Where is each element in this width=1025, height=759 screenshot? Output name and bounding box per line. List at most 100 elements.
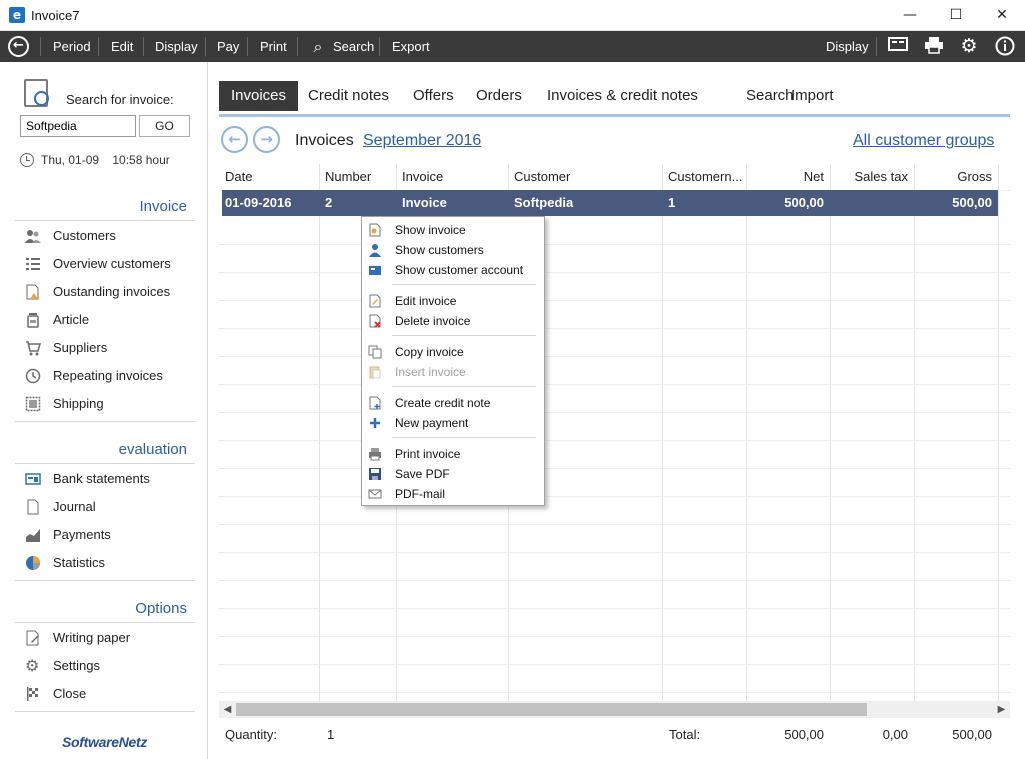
plus-icon xyxy=(370,418,380,428)
sidebar-item-label: Journal xyxy=(53,499,96,514)
sidebar-item-writing-paper[interactable]: Writing paper xyxy=(23,627,203,649)
magnifier-icon[interactable]: ⌕ xyxy=(309,36,327,57)
menu-item-label: Insert invoice xyxy=(395,365,466,379)
column-header-invoice[interactable]: Invoice xyxy=(396,164,508,190)
sidebar-item-statistics[interactable]: Statistics xyxy=(23,552,203,574)
grid-row-line xyxy=(219,692,1010,693)
grid-row-line xyxy=(219,300,1010,301)
toolbar-period[interactable]: Period xyxy=(53,31,91,62)
toolbar-edit[interactable]: Edit xyxy=(111,31,133,62)
toolbar-separator xyxy=(379,37,380,56)
floppy-disk-icon xyxy=(369,468,381,480)
column-header-sales-tax[interactable]: Sales tax xyxy=(830,164,914,190)
section-title-invoice: Invoice xyxy=(139,198,187,215)
grid-row-line xyxy=(219,552,1010,553)
tab-invoices-credit-notes[interactable]: Invoices & credit notes xyxy=(535,81,710,111)
grid-row-line xyxy=(219,608,1010,609)
previous-period-arrow-icon[interactable]: ← xyxy=(221,126,248,153)
sidebar-item-label: Statistics xyxy=(53,555,106,570)
column-header-net[interactable]: Net xyxy=(746,164,830,190)
scroll-right-icon[interactable]: ▶ xyxy=(993,701,1010,718)
toolbar-export[interactable]: Export xyxy=(392,31,430,62)
grid-row-line xyxy=(219,636,1010,637)
sidebar-item-journal[interactable]: Journal xyxy=(23,496,203,518)
tab-import[interactable]: Import xyxy=(779,81,846,111)
sidebar-item-bank-statements[interactable]: Bank statements xyxy=(23,468,203,490)
menu-item-show-customers[interactable]: Show customers xyxy=(362,240,544,260)
sidebar-item-overview-customers[interactable]: Overview customers xyxy=(23,253,203,275)
sidebar-item-settings[interactable]: ⚙ Settings xyxy=(23,655,203,677)
tab-orders[interactable]: Orders xyxy=(464,81,534,111)
sidebar-item-label: Customers xyxy=(53,228,116,243)
sidebar-item-label: Article xyxy=(53,312,90,327)
search-label: Search for invoice: xyxy=(66,92,174,107)
grid-row-line xyxy=(219,328,1010,329)
sidebar-item-customers[interactable]: Customers xyxy=(23,225,203,247)
tab-invoices[interactable]: Invoices xyxy=(219,81,299,111)
toolbar-display-right[interactable]: Display xyxy=(826,31,869,62)
column-header-customer[interactable]: Customer xyxy=(508,164,662,190)
minimize-button[interactable]: — xyxy=(887,0,933,31)
printer-icon xyxy=(369,448,381,461)
grid-row-line xyxy=(219,664,1010,665)
account-icon xyxy=(369,266,381,275)
tab-offers[interactable]: Offers xyxy=(401,81,466,111)
menu-item-label: Create credit note xyxy=(395,396,491,410)
list-icon xyxy=(26,258,40,270)
user-icon xyxy=(369,244,381,257)
total-net: 500,00 xyxy=(784,727,824,742)
sidebar-item-shipping[interactable]: Shipping xyxy=(23,393,203,415)
column-header-gross[interactable]: Gross xyxy=(914,164,998,190)
back-arrow-icon[interactable]: ← xyxy=(8,36,29,57)
menu-item-show-customer-account[interactable]: Show customer account xyxy=(362,260,544,280)
scrollbar-thumb[interactable] xyxy=(236,703,867,716)
menu-item-edit-invoice[interactable]: Edit invoice xyxy=(362,291,544,311)
total-tax: 0,00 xyxy=(882,727,908,742)
go-button[interactable]: GO xyxy=(139,115,190,137)
app-icon: e xyxy=(9,7,25,23)
sidebar-item-outstanding-invoices[interactable]: Oustanding invoices xyxy=(23,281,203,303)
sidebar-item-label: Settings xyxy=(53,658,100,673)
column-header-date[interactable]: Date xyxy=(219,164,319,190)
menu-item-show-invoice[interactable]: Show invoice xyxy=(362,220,544,240)
info-icon[interactable] xyxy=(994,36,1016,57)
toolbar-display[interactable]: Display xyxy=(155,31,198,62)
menu-item-create-credit-note[interactable]: Create credit note xyxy=(362,393,544,413)
sidebar: Search for invoice: GO Thu, 01-09 10:58 … xyxy=(0,62,208,759)
toolbar-search[interactable]: Search xyxy=(333,31,374,62)
customer-groups-link[interactable]: All customer groups xyxy=(853,132,994,150)
column-header-customer-number[interactable]: Customern... xyxy=(662,164,746,190)
edit-invoice-icon xyxy=(369,294,381,308)
maximize-button[interactable]: ☐ xyxy=(933,0,979,31)
menu-item-delete-invoice[interactable]: Delete invoice xyxy=(362,311,544,331)
menu-separator xyxy=(392,335,536,336)
period-link[interactable]: September 2016 xyxy=(363,132,481,150)
next-period-arrow-icon[interactable]: → xyxy=(253,126,280,153)
clock-icon xyxy=(20,153,34,167)
context-menu: Show invoice Show customers Show custome… xyxy=(361,216,545,506)
sidebar-item-suppliers[interactable]: Suppliers xyxy=(23,337,203,359)
bank-statement-icon xyxy=(25,473,41,485)
tab-credit-notes[interactable]: Credit notes xyxy=(296,81,401,111)
sidebar-item-close[interactable]: Close xyxy=(23,683,203,705)
column-header-number[interactable]: Number xyxy=(319,164,396,190)
menu-item-print-invoice[interactable]: Print invoice xyxy=(362,444,544,464)
menu-item-pdf-mail[interactable]: PDF-mail xyxy=(362,484,544,504)
sidebar-item-article[interactable]: Article xyxy=(23,309,203,331)
menu-item-save-pdf[interactable]: Save PDF xyxy=(362,464,544,484)
gear-icon[interactable]: ⚙ xyxy=(958,36,980,57)
sidebar-item-payments[interactable]: Payments xyxy=(23,524,203,546)
window-layout-icon[interactable] xyxy=(887,36,909,57)
horizontal-scrollbar[interactable]: ◀ ▶ xyxy=(219,701,1010,718)
toolbar-print[interactable]: Print xyxy=(260,31,287,62)
sidebar-item-repeating-invoices[interactable]: Repeating invoices xyxy=(23,365,203,387)
menu-item-new-payment[interactable]: New payment xyxy=(362,413,544,433)
list-title: Invoices xyxy=(295,132,354,149)
scroll-left-icon[interactable]: ◀ xyxy=(219,701,236,718)
search-input[interactable] xyxy=(20,115,136,137)
close-button[interactable]: ✕ xyxy=(979,0,1025,31)
search-document-icon xyxy=(24,79,49,107)
menu-item-copy-invoice[interactable]: Copy invoice xyxy=(362,342,544,362)
printer-icon[interactable] xyxy=(923,36,945,57)
toolbar-pay[interactable]: Pay xyxy=(217,31,239,62)
